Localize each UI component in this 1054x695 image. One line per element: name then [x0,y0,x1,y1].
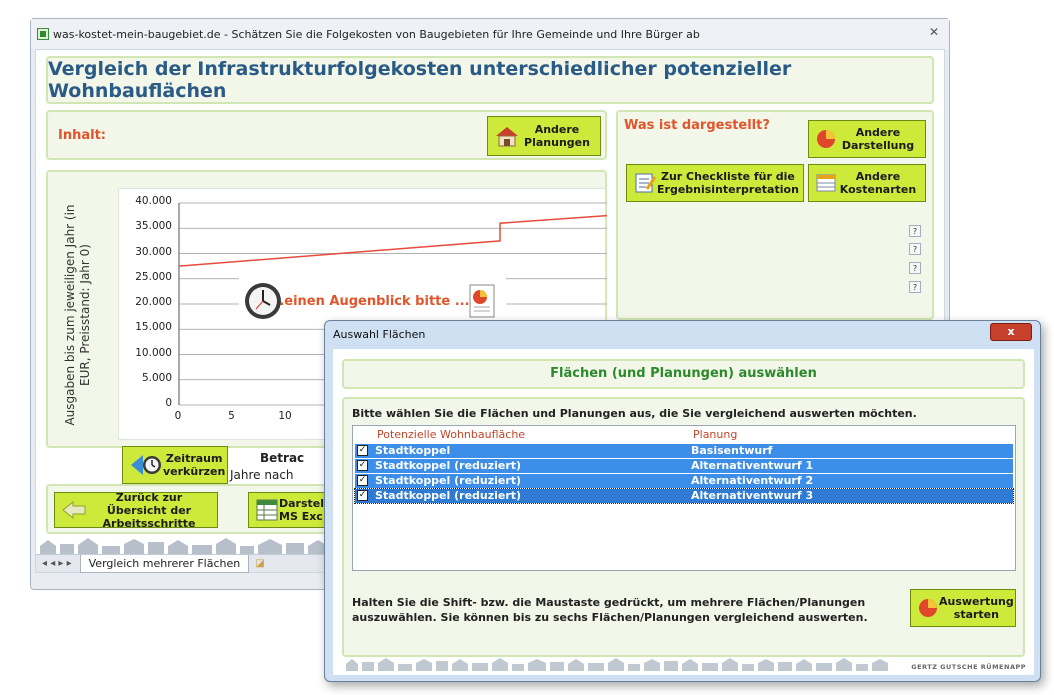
y-tick-label: 30.000 [135,245,172,258]
row-checkbox[interactable]: ✓ [357,490,368,501]
y-tick-label: 5.000 [141,371,172,384]
loading-text: ...einen Augenblick bitte ... [269,293,470,309]
dialog-hint: Halten Sie die Shift- bzw. die Maustaste… [352,596,868,624]
y-tick-label: 40.000 [135,195,172,207]
close-icon[interactable]: ✕ [929,25,939,39]
y-tick-label: 35.000 [135,220,172,233]
title-bar: was-kostet-mein-baugebiet.de - Schätzen … [31,19,949,49]
betrachtung-subtitle: Jahre nach [230,468,294,482]
new-sheet-icon[interactable]: ◪ [255,558,264,569]
x-tick-label: 5 [228,410,235,422]
dialog-heading: Flächen (und Planungen) auswählen [342,359,1025,389]
help-button-2[interactable]: ? [909,243,921,255]
auswahl-flaechen-dialog: Auswahl Flächen x Flächen (und Planungen… [324,320,1041,682]
list-row-2[interactable]: ✓ Stadtkoppel (reduziert) Alternativentw… [355,459,1013,473]
auswertung-starten-button[interactable]: Auswertung starten [910,589,1016,627]
flaechen-listbox[interactable]: Potenzielle Wohnbaufläche Planung ✓ Stad… [352,425,1016,571]
sheet-nav-arrows[interactable]: ◂ ◂ ▸ ▸ [42,558,72,569]
was-ist-dargestellt-label: Was ist dargestellt? [624,118,770,133]
report-icon [469,284,495,318]
clock-icon [245,283,281,319]
arrow-left-icon [62,500,86,520]
window-title: was-kostet-mein-baugebiet.de - Schätzen … [53,27,700,41]
dialog-instruction: Bitte wählen Sie die Flächen und Planung… [352,407,917,420]
sheet-tab-vergleich[interactable]: Vergleich mehrerer Flächen [79,554,250,573]
dialog-skyline-decoration [346,658,888,671]
betrachtung-title: Betrac [260,451,305,465]
andere-darstellung-button[interactable]: Andere Darstellung [808,120,926,158]
zeitraum-verkuerzen-button[interactable]: Zeitraum verkürzen [122,446,228,484]
list-row-3[interactable]: ✓ Stadtkoppel (reduziert) Alternativentw… [355,474,1013,488]
pie-chart-icon [817,130,835,148]
help-button-1[interactable]: ? [909,225,921,237]
pie-chart-icon [919,599,937,617]
row-checkbox[interactable]: ✓ [357,475,368,486]
spreadsheet-icon [816,174,836,192]
andere-kostenarten-button[interactable]: Andere Kostenarten [808,164,926,202]
loading-overlay: ...einen Augenblick bitte ... [239,276,506,326]
row-checkbox[interactable]: ✓ [357,460,368,471]
y-tick-label: 25.000 [135,270,172,283]
y-tick-label: 20.000 [135,296,172,308]
column-header-flaeche: Potenzielle Wohnbaufläche [377,428,526,441]
skyline-decoration [40,538,328,556]
y-tick-label: 15.000 [135,321,172,334]
y-tick-label: 10.000 [135,346,172,359]
list-row-4[interactable]: ✓ Stadtkoppel (reduziert) Alternativentw… [354,488,1014,504]
page-title-panel: Vergleich der Infrastrukturfolgekosten u… [46,56,934,104]
y-axis-label: Ausgaben bis zum jeweiligen Jahr (in EUR… [63,204,92,426]
help-button-4[interactable]: ? [909,281,921,293]
zurueck-button[interactable]: Zurück zur Übersicht der Arbeitsschritte [54,491,218,530]
x-tick-label: 10 [278,410,292,422]
column-header-planung: Planung [693,428,738,441]
excel-sheet-icon [256,499,278,521]
checkliste-button[interactable]: Zur Checkliste für die Ergebnisinterpret… [626,164,804,202]
checklist-icon [635,173,657,193]
dialog-title: Auswahl Flächen [333,328,426,341]
dialog-content: Bitte wählen Sie die Flächen und Planung… [342,397,1025,657]
series-line [178,214,608,267]
andere-planungen-button[interactable]: Andere Planungen [487,116,601,156]
darstellung-excel-button[interactable]: Darstel MS Exc [248,492,334,528]
back-clock-icon [131,455,161,475]
row-checkbox[interactable]: ✓ [357,445,368,456]
page-title: Vergleich der Infrastrukturfolgekosten u… [48,58,792,102]
house-icon [496,127,518,147]
list-row-1[interactable]: ✓ Stadtkoppel Basisentwurf [355,444,1013,458]
help-button-3[interactable]: ? [909,262,921,274]
dialog-close-button[interactable]: x [990,323,1032,341]
y-axis-label-wrap: Ausgaben bis zum jeweiligen Jahr (in EUR… [48,190,108,440]
y-tick-label: 0 [165,397,172,409]
inhalt-label: Inhalt: [58,128,106,143]
x-tick-label: 0 [174,410,182,422]
brand-label: GERTZ GUTSCHE RÜMENAPP [911,663,1026,671]
excel-app-icon [37,28,49,40]
dialog-body: Flächen (und Planungen) auswählen Bitte … [333,349,1034,675]
